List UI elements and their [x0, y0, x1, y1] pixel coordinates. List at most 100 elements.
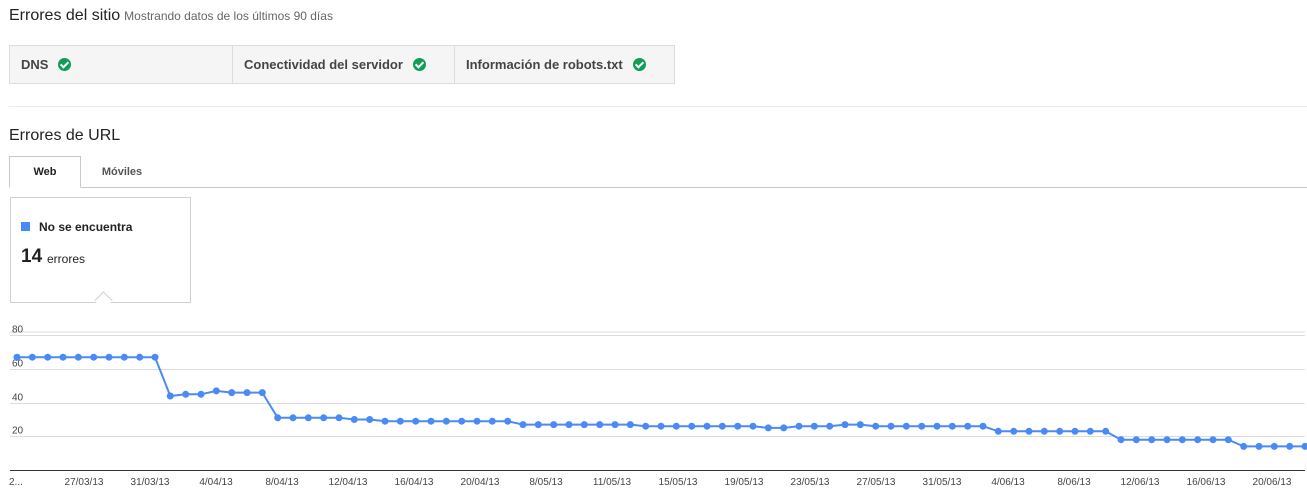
data-point: [1194, 436, 1202, 444]
x-tick-label: 31/03/13: [131, 477, 170, 488]
data-point: [381, 417, 389, 425]
x-tick-label: 8/04/13: [265, 477, 299, 488]
tab-moviles[interactable]: Móviles: [89, 156, 155, 187]
data-point: [473, 417, 481, 425]
data-point: [596, 421, 604, 429]
data-point: [688, 422, 696, 430]
data-point: [856, 421, 864, 429]
series-line-no-se-encuentra: [17, 356, 1305, 448]
legend-color-swatch: [21, 222, 30, 231]
x-tick-label: 12/06/13: [1121, 477, 1160, 488]
data-point: [642, 422, 650, 430]
status-server-connectivity: Conectividad del servidor: [232, 46, 454, 83]
data-point: [412, 417, 420, 425]
data-point: [289, 414, 297, 422]
data-point: [1163, 436, 1171, 444]
site-errors-subtitle: Mostrando datos de los últimos 90 días: [124, 9, 333, 23]
data-point: [534, 421, 542, 429]
data-point: [611, 421, 619, 429]
legend-pointer: [94, 291, 113, 310]
x-tick-label: 19/05/13: [725, 477, 764, 488]
site-errors-header: Errores del sitio Mostrando datos de los …: [9, 7, 333, 25]
y-tick-label: 20: [12, 426, 24, 437]
data-point: [933, 422, 941, 430]
x-tick-label: 20/04/13: [461, 477, 500, 488]
data-point: [626, 421, 634, 429]
x-tick-label: 12/04/13: [329, 477, 368, 488]
status-dns-label: DNS: [21, 57, 49, 72]
data-point: [795, 422, 803, 430]
data-point: [396, 417, 404, 425]
data-point: [151, 353, 159, 361]
legend-label: No se encuentra: [39, 220, 133, 234]
legend-card[interactable]: No se encuentra 14 errores: [10, 197, 191, 310]
data-point: [1178, 436, 1186, 444]
x-tick-label: 8/05/13: [529, 477, 563, 488]
x-tick-label: 23/05/13: [791, 477, 830, 488]
data-point: [979, 422, 987, 430]
data-point: [504, 417, 512, 425]
check-circle-icon: [632, 58, 646, 71]
x-tick-label: 31/05/13: [923, 477, 962, 488]
x-tick-label: 27/05/13: [857, 477, 896, 488]
data-point: [810, 422, 818, 430]
data-point: [1056, 427, 1064, 435]
data-point: [1071, 427, 1079, 435]
data-point: [59, 353, 67, 361]
data-point: [1132, 436, 1140, 444]
data-point: [764, 424, 772, 432]
data-point: [841, 421, 849, 429]
data-point: [918, 422, 926, 430]
data-point: [1255, 442, 1263, 450]
data-point: [519, 421, 527, 429]
data-point: [120, 353, 128, 361]
x-tick-label: 16/06/13: [1187, 477, 1226, 488]
data-point: [1117, 436, 1125, 444]
tab-web[interactable]: Web: [9, 156, 81, 188]
data-point: [580, 421, 588, 429]
x-tick-label: 4/04/13: [199, 477, 233, 488]
data-point: [1010, 427, 1018, 435]
data-point: [672, 422, 680, 430]
data-point: [44, 353, 52, 361]
error-count-unit: errores: [47, 252, 86, 266]
data-point: [1086, 427, 1094, 435]
data-point: [1025, 427, 1033, 435]
status-robots: Información de robots.txt: [454, 46, 674, 83]
data-point: [826, 422, 834, 430]
data-point: [1270, 442, 1278, 450]
data-point: [565, 421, 573, 429]
data-point: [550, 421, 558, 429]
data-point: [427, 417, 435, 425]
data-point: [1224, 436, 1232, 444]
data-point: [703, 422, 711, 430]
y-tick-label: 40: [12, 393, 24, 404]
check-circle-icon: [58, 58, 72, 71]
data-point: [105, 353, 113, 361]
data-point: [458, 417, 466, 425]
data-point: [90, 353, 98, 361]
data-point: [197, 390, 205, 398]
section-divider: [9, 106, 1307, 107]
x-tick-label: 16/04/13: [395, 477, 434, 488]
data-point: [304, 414, 312, 422]
data-point: [74, 353, 82, 361]
data-point: [13, 353, 21, 361]
data-point: [243, 389, 251, 397]
data-point: [657, 422, 665, 430]
x-tick-label: 15/05/13: [659, 477, 698, 488]
x-tick-label: 4/06/13: [991, 477, 1025, 488]
data-point: [182, 390, 190, 398]
data-point: [964, 422, 972, 430]
data-point: [1209, 436, 1217, 444]
site-status-table: DNS Conectividad del servidor Informació…: [9, 45, 675, 84]
data-point: [749, 422, 757, 430]
data-point: [488, 417, 496, 425]
data-point: [948, 422, 956, 430]
x-tick-label: 20/06/13: [1253, 477, 1292, 488]
data-point: [212, 387, 220, 395]
x-tick-label: 11/05/13: [593, 477, 632, 488]
data-point: [1040, 427, 1048, 435]
url-errors-tabs: Web Móviles: [9, 156, 1307, 188]
url-errors-chart[interactable]: 204060802... 27/03/13 31/03/13 4/04/13 8/04/…: [0, 320, 1307, 493]
